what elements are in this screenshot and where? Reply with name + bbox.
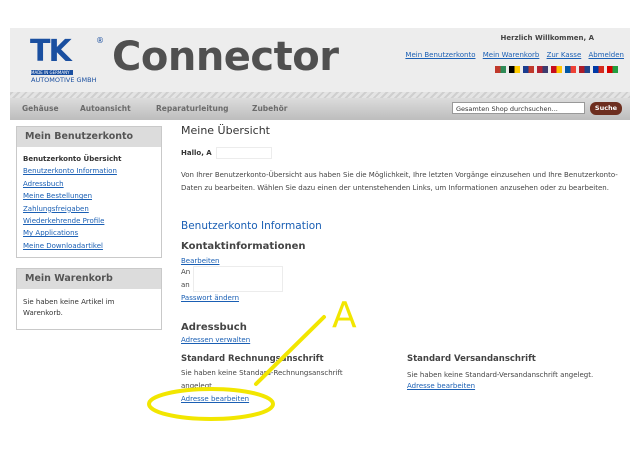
annotation-label: A bbox=[332, 295, 357, 336]
annotation-overlay: A bbox=[147, 295, 357, 421]
highlight-ellipse bbox=[147, 387, 275, 421]
page-frame: TK ® MADE IN GERMANY AUTOMOTIVE GMBH Con… bbox=[10, 28, 630, 421]
pointer-line bbox=[254, 315, 326, 386]
